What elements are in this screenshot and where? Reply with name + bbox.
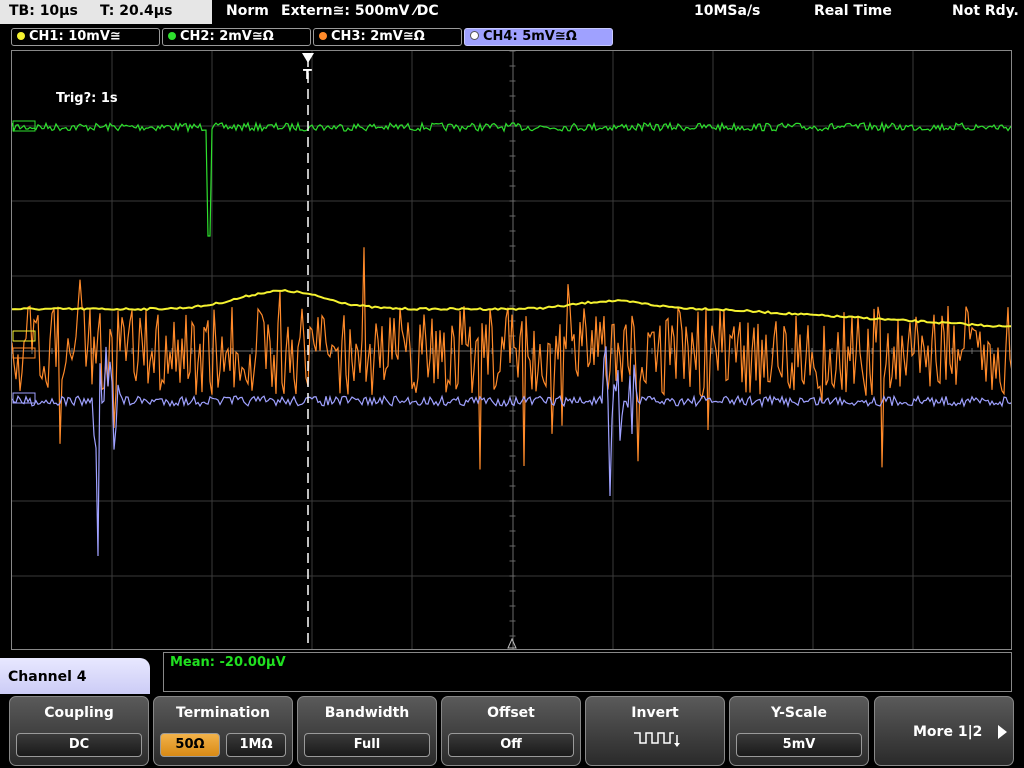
waveforms: T [12, 53, 1011, 649]
ch2-label: CH2: 2mV≅Ω [180, 29, 274, 44]
trigger-position-marker-icon[interactable] [302, 53, 314, 63]
yscale-value[interactable]: 5mV [736, 733, 862, 757]
softkey-menu: Coupling DC Termination 50Ω 1MΩ Bandwidt… [0, 694, 1024, 768]
tab-ch4[interactable]: CH4: 5mV≅Ω [464, 28, 613, 46]
sample-rate: 10MSa/s [694, 3, 761, 19]
measurement-panel: Mean: -20.00µV [163, 652, 1012, 692]
termination-1mohm[interactable]: 1MΩ [226, 733, 286, 757]
acquisition-state: Not Rdy. [952, 3, 1019, 19]
offset-value[interactable]: Off [448, 733, 574, 757]
termination-label: Termination [176, 705, 270, 721]
center-marker-icon [507, 637, 517, 649]
more-label: More 1|2 [913, 724, 983, 740]
arrow-right-icon [998, 725, 1007, 739]
coupling-button[interactable]: Coupling DC [9, 696, 149, 766]
ch2-dot-icon [168, 32, 176, 40]
tab-ch3[interactable]: CH3: 2mV≅Ω [313, 28, 462, 46]
offset-label: Offset [487, 705, 535, 721]
ch4-trace [12, 346, 1011, 557]
timebase-text: TB: 10µs [9, 3, 78, 19]
termination-50ohm[interactable]: 50Ω [160, 733, 220, 757]
bandwidth-value[interactable]: Full [304, 733, 430, 757]
termination-button[interactable]: Termination 50Ω 1MΩ [153, 696, 293, 766]
ch2-trace [12, 120, 1011, 237]
ch4-dot-icon [470, 31, 479, 40]
ch1-dot-icon [17, 32, 25, 40]
timebase-box[interactable]: TB: 10µs T: 20.4µs [0, 0, 212, 24]
ch3-label: CH3: 2mV≅Ω [331, 29, 425, 44]
coupling-label: Coupling [44, 705, 114, 721]
menu-title: Channel 4 [0, 658, 150, 698]
acquisition-mode: Real Time [814, 3, 892, 19]
trigger-T-icon: T [303, 68, 312, 83]
bandwidth-label: Bandwidth [324, 705, 410, 721]
ch4-label: CH4: 5mV≅Ω [483, 29, 577, 44]
more-button[interactable]: More 1|2 [874, 696, 1014, 766]
offset-button[interactable]: Offset Off [441, 696, 581, 766]
invert-waveform-icon [634, 732, 680, 747]
trigger-source[interactable]: Extern≅: 500mV ⁄DC [281, 3, 439, 19]
ch3-dot-icon [319, 32, 327, 40]
waveform-display[interactable]: T Trig?: 1s [11, 50, 1012, 650]
invert-button[interactable]: Invert [585, 696, 725, 766]
trigger-note: Trig?: 1s [56, 91, 118, 106]
tab-ch1[interactable]: CH1: 10mV≅ [11, 28, 160, 46]
yscale-label: Y-Scale [770, 705, 827, 721]
tab-ch2[interactable]: CH2: 2mV≅Ω [162, 28, 311, 46]
status-bar: TB: 10µs T: 20.4µs Norm Extern≅: 500mV ⁄… [0, 0, 1024, 24]
invert-label: Invert [631, 705, 679, 721]
trigger-time-text: T: 20.4µs [100, 3, 173, 19]
yscale-button[interactable]: Y-Scale 5mV [729, 696, 869, 766]
bandwidth-button[interactable]: Bandwidth Full [297, 696, 437, 766]
mean-value: Mean: -20.00µV [170, 655, 286, 670]
menu-title-text: Channel 4 [8, 669, 87, 685]
trigger-mode[interactable]: Norm [226, 3, 269, 19]
ch1-label: CH1: 10mV≅ [29, 29, 121, 44]
coupling-value[interactable]: DC [16, 733, 142, 757]
ch3-trace [12, 247, 1011, 470]
